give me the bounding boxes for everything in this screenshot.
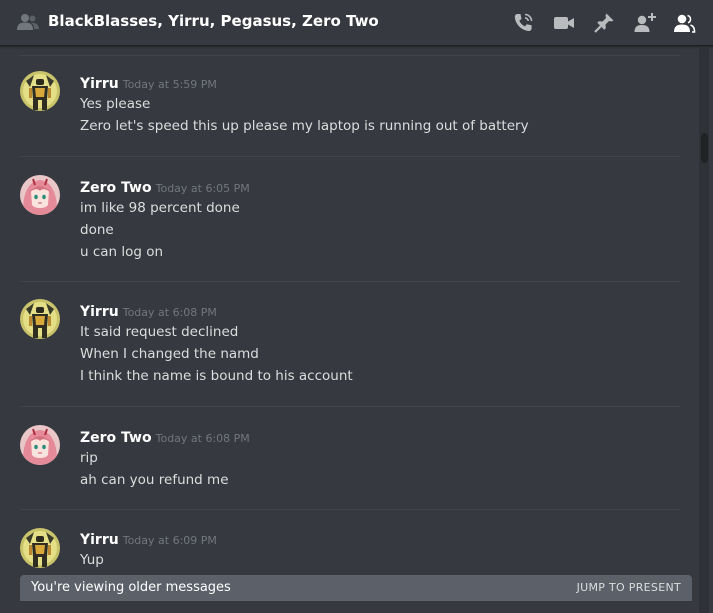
message-divider	[20, 406, 680, 407]
message-timestamp: Today at 6:09 PM	[122, 534, 217, 547]
message-divider	[20, 281, 680, 282]
video-icon[interactable]	[552, 11, 576, 35]
pin-icon[interactable]	[592, 11, 616, 35]
message-timestamp: Today at 5:59 PM	[122, 78, 217, 91]
message-text: Yup	[80, 552, 104, 568]
message-timestamp: Today at 6:05 PM	[155, 182, 250, 195]
message-text: ah can you refund me	[80, 472, 229, 488]
add-friend-icon[interactable]	[633, 11, 657, 35]
avatar-zero-two[interactable]	[20, 175, 60, 215]
message-author[interactable]: Zero Two	[80, 430, 152, 446]
message-text: Zero let's speed this up please my lapto…	[80, 118, 529, 134]
scrollbar-thumb[interactable]	[701, 133, 708, 163]
message-timestamp: Today at 6:08 PM	[122, 306, 217, 319]
member-list-icon[interactable]	[672, 11, 696, 35]
message-text: Yes please	[80, 96, 151, 112]
message-author[interactable]: Yirru	[80, 304, 119, 320]
avatar-yirru[interactable]	[20, 528, 60, 568]
scrollbar-track[interactable]	[699, 47, 709, 613]
message-header: Yirru Today at 5:59 PM	[80, 73, 217, 92]
avatar-yirru[interactable]	[20, 299, 60, 339]
message-header: Yirru Today at 6:08 PM	[80, 301, 217, 320]
message-header: Zero Two Today at 6:08 PM	[80, 427, 250, 446]
channel-title: BlackBlasses, Yirru, Pegasus, Zero Two	[48, 12, 379, 30]
message-timestamp: Today at 6:08 PM	[155, 432, 250, 445]
message-text: done	[80, 222, 114, 238]
message-author[interactable]: Zero Two	[80, 180, 152, 196]
message-text: u can log on	[80, 244, 164, 260]
message-text: It said request declined	[80, 324, 239, 340]
message-text: im like 98 percent done	[80, 200, 240, 216]
message-divider	[20, 156, 680, 157]
avatar-zero-two[interactable]	[20, 425, 60, 465]
message-text: rip	[80, 450, 98, 466]
channel-header: BlackBlasses, Yirru, Pegasus, Zero Two	[0, 0, 713, 46]
message-header: Zero Two Today at 6:05 PM	[80, 177, 250, 196]
message-text: I think the name is bound to his account	[80, 368, 353, 384]
group-dm-icon	[17, 14, 39, 30]
message-text: When I changed the namd	[80, 346, 259, 362]
older-messages-label: You're viewing older messages	[31, 580, 231, 595]
avatar-yirru[interactable]	[20, 71, 60, 111]
message-author[interactable]: Yirru	[80, 532, 119, 548]
jump-to-present-button[interactable]: JUMP TO PRESENT	[577, 581, 681, 594]
message-divider	[20, 55, 680, 56]
message-header: Yirru Today at 6:09 PM	[80, 529, 217, 548]
older-messages-bar: You're viewing older messages JUMP TO PR…	[20, 575, 692, 601]
message-list: Yirru Today at 5:59 PM Yes please Zero le…	[0, 47, 695, 613]
message-divider	[20, 509, 680, 510]
message-author[interactable]: Yirru	[80, 76, 119, 92]
call-icon[interactable]	[511, 11, 535, 35]
